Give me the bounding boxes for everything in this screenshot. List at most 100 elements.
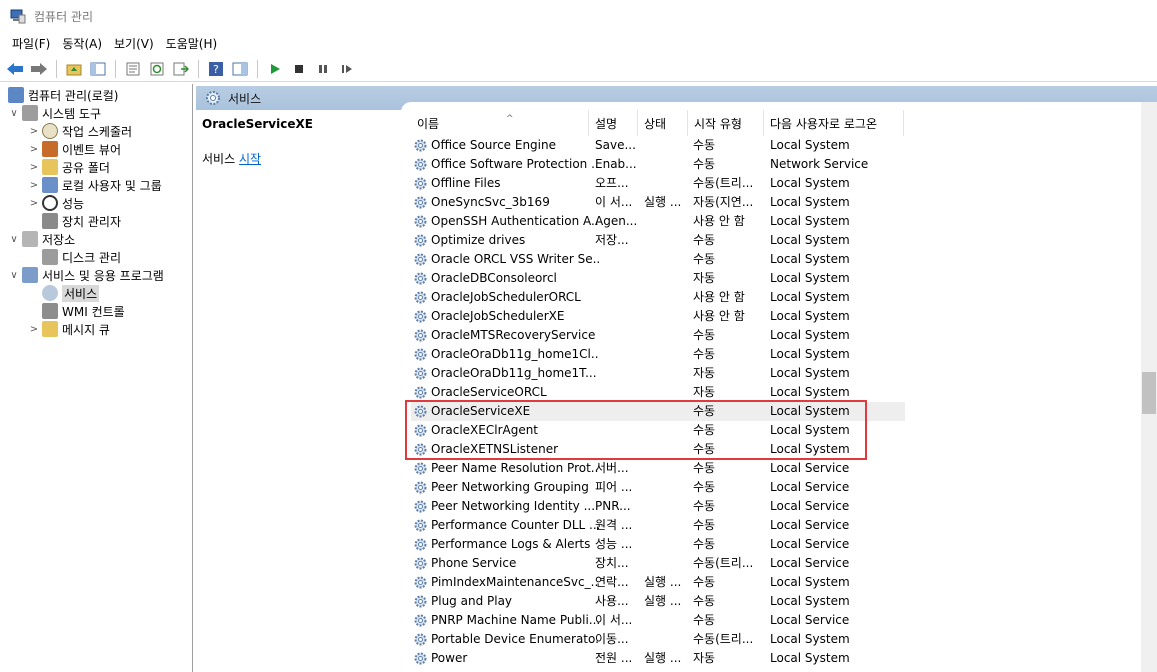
cell-logon: Local System — [770, 385, 850, 399]
menu-view[interactable]: 보기(V) — [108, 35, 160, 52]
table-row[interactable]: Peer Networking Identity ... PNR... 수동 Loca… — [411, 497, 905, 516]
table-row[interactable]: OracleXETNSListener 수동 Local System — [411, 440, 905, 459]
resume-service-icon[interactable] — [336, 58, 358, 80]
table-row[interactable]: Peer Name Resolution Prot... 서버... 수동 Local… — [411, 459, 905, 478]
forward-icon[interactable] — [28, 58, 50, 80]
menu-action[interactable]: 동작(A) — [56, 35, 108, 52]
table-row[interactable]: OneSyncSvc_3b169 이 서... 실행 ... 자동(지연... Loca… — [411, 193, 905, 212]
service-action: 서비스 시작 — [202, 150, 261, 167]
table-row[interactable]: Peer Networking Grouping 피어 ... 수동 Local Se… — [411, 478, 905, 497]
start-service-icon[interactable] — [264, 58, 286, 80]
scrollbar-thumb[interactable] — [1142, 372, 1156, 414]
services-apps-icon — [22, 267, 38, 283]
cell-desc: Agen... — [595, 214, 638, 228]
toolbar: ? — [0, 56, 1157, 82]
table-row[interactable]: OracleXEClrAgent 수동 Local System — [411, 421, 905, 440]
view-icon[interactable] — [229, 58, 251, 80]
tree-item-wmi-control[interactable]: WMI 컨트롤 — [28, 302, 125, 320]
cell-startup: 수동 — [693, 252, 716, 266]
tree-item-local-users-groups[interactable]: > 로컬 사용자 및 그룹 — [28, 176, 162, 194]
table-row[interactable]: OracleJobSchedulerXE 사용 안 함 Local System — [411, 307, 905, 326]
chevron-right-icon[interactable]: > — [28, 144, 40, 155]
table-row[interactable]: OracleServiceXE 수동 Local System — [411, 402, 905, 421]
table-row[interactable]: OracleServiceORCL 자동 Local System — [411, 383, 905, 402]
chevron-right-icon[interactable]: > — [28, 324, 40, 335]
cell-logon: Local System — [770, 271, 850, 285]
column-header-status[interactable]: 상태 — [638, 110, 688, 136]
table-row[interactable]: Performance Counter DLL ... 원격 ... 수동 Local… — [411, 516, 905, 535]
pause-service-icon[interactable] — [312, 58, 334, 80]
cell-name: OracleXEClrAgent — [431, 423, 539, 437]
table-row[interactable]: Oracle ORCL VSS Writer Se... 수동 Local Syst… — [411, 250, 905, 269]
chevron-down-icon[interactable]: ∨ — [8, 270, 20, 281]
header-title: 서비스 — [228, 91, 262, 106]
tree-item-system-tools[interactable]: ∨ 시스템 도구 — [8, 104, 101, 122]
table-row[interactable]: PNRP Machine Name Publi... 이 서... 수동 Local … — [411, 611, 905, 630]
table-row[interactable]: OpenSSH Authentication A... Agen... 사용 안 함… — [411, 212, 905, 231]
tree-item-shared-folders[interactable]: > 공유 폴더 — [28, 158, 110, 176]
cell-logon: Local System — [770, 233, 850, 247]
chevron-down-icon[interactable]: ∨ — [8, 234, 20, 245]
chevron-right-icon[interactable]: > — [28, 162, 40, 173]
up-folder-icon[interactable] — [63, 58, 85, 80]
cell-logon: Local System — [770, 347, 850, 361]
menu-file[interactable]: 파일(F) — [6, 35, 56, 52]
table-row[interactable]: Portable Device Enumerato... 이동... 수동(트리..… — [411, 630, 905, 649]
cell-logon: Local Service — [770, 461, 850, 475]
show-hide-tree-icon[interactable] — [87, 58, 109, 80]
cell-name: Phone Service — [431, 556, 517, 570]
cell-status: 실행 ... — [644, 651, 682, 665]
cell-name: Office Source Engine — [431, 138, 556, 152]
cell-startup: 수동 — [693, 537, 716, 551]
column-header-startup-type[interactable]: 시작 유형 — [688, 110, 764, 136]
cell-status — [644, 497, 696, 516]
table-row[interactable]: Optimize drives 저장... 수동 Local System — [411, 231, 905, 250]
menu-help[interactable]: 도움말(H) — [160, 35, 224, 52]
tree-item-task-scheduler[interactable]: > 작업 스케줄러 — [28, 122, 132, 140]
tree-item-computer-management[interactable]: 컴퓨터 관리(로컬) — [6, 86, 118, 104]
table-row[interactable]: Office Software Protection ... Enab... 수동 N… — [411, 155, 905, 174]
cell-logon: Local Service — [770, 537, 850, 551]
help-icon[interactable]: ? — [205, 58, 227, 80]
cell-status — [644, 421, 696, 440]
cell-status — [644, 307, 696, 326]
column-header-logon-as[interactable]: 다음 사용자로 로그온 — [764, 110, 904, 136]
table-row[interactable]: OracleMTSRecoveryService 수동 Local System — [411, 326, 905, 345]
table-row[interactable]: Plug and Play 사용... 실행 ... 수동 Local System — [411, 592, 905, 611]
table-row[interactable]: OracleOraDb11g_home1Cl... 수동 Local System — [411, 345, 905, 364]
table-row[interactable]: PimIndexMaintenanceSvc_... 연락... 실행 ... 수동 L… — [411, 573, 905, 592]
chevron-down-icon[interactable]: ∨ — [8, 108, 20, 119]
column-header-name[interactable]: 이름 ^ — [411, 110, 589, 136]
tree-item-message-queue[interactable]: > 메시지 큐 — [28, 320, 110, 338]
tree-item-device-manager[interactable]: 장치 관리자 — [28, 212, 121, 230]
table-row[interactable]: Phone Service 장치... 수동(트리... Local Service — [411, 554, 905, 573]
start-service-link[interactable]: 시작 — [239, 152, 261, 166]
table-row[interactable]: Offline Files 오프... 수동(트리... Local System — [411, 174, 905, 193]
tree-item-services[interactable]: 서비스 — [28, 284, 100, 302]
back-icon[interactable] — [4, 58, 26, 80]
table-row[interactable]: OracleOraDb11g_home1T... 자동 Local System — [411, 364, 905, 383]
table-row[interactable]: OracleDBConsoleorcl 자동 Local System — [411, 269, 905, 288]
service-gear-icon — [413, 442, 428, 457]
tree-item-event-viewer[interactable]: > 이벤트 뷰어 — [28, 140, 121, 158]
chevron-right-icon[interactable]: > — [28, 126, 40, 137]
tree-item-storage[interactable]: ∨ 저장소 — [8, 230, 75, 248]
cell-startup: 수동 — [693, 613, 716, 627]
tree-item-performance[interactable]: > 성능 — [28, 194, 84, 212]
stop-service-icon[interactable] — [288, 58, 310, 80]
performance-icon — [42, 195, 58, 211]
tree-item-services-and-applications[interactable]: ∨ 서비스 및 응용 프로그램 — [8, 266, 164, 284]
cell-logon: Local System — [770, 138, 850, 152]
table-row[interactable]: Power 전원 ... 실행 ... 자동 Local System — [411, 649, 905, 668]
export-list-icon[interactable] — [170, 58, 192, 80]
tree-item-disk-management[interactable]: 디스크 관리 — [28, 248, 121, 266]
table-row[interactable]: Performance Logs & Alerts 성능 ... 수동 Local S… — [411, 535, 905, 554]
column-header-description[interactable]: 설명 — [589, 110, 638, 136]
properties-icon[interactable] — [122, 58, 144, 80]
table-row[interactable]: Office Source Engine Save... 수동 Local Syste… — [411, 136, 905, 155]
cell-startup: 수동 — [693, 461, 716, 475]
table-row[interactable]: OracleJobSchedulerORCL 사용 안 함 Local System — [411, 288, 905, 307]
chevron-right-icon[interactable]: > — [28, 198, 40, 209]
chevron-right-icon[interactable]: > — [28, 180, 40, 191]
refresh-icon[interactable] — [146, 58, 168, 80]
